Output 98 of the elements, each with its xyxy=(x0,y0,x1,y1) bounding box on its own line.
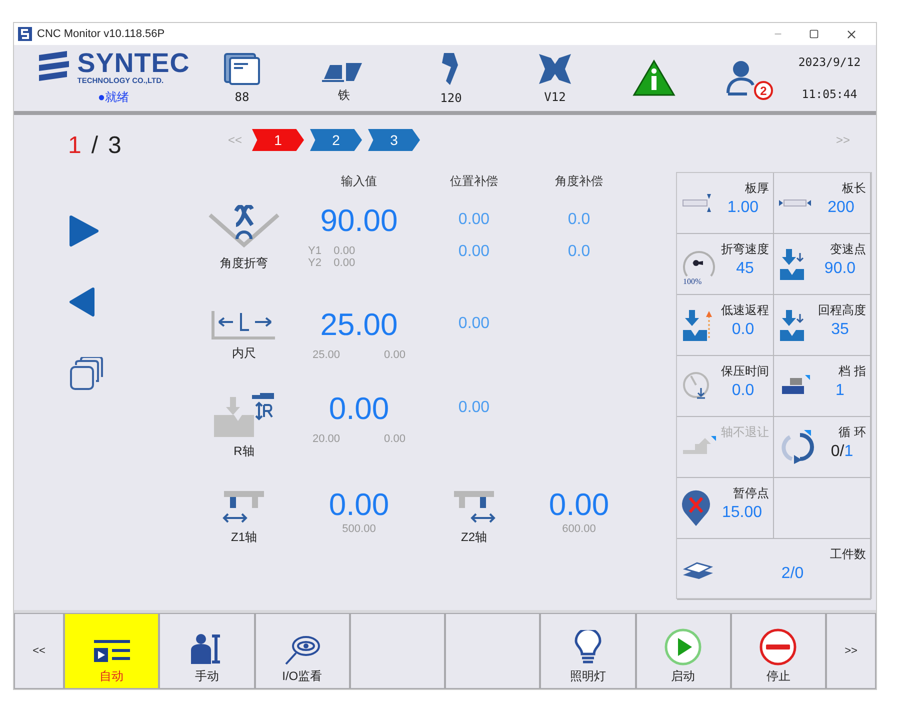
next-link[interactable]: >> xyxy=(836,133,850,147)
page-total: 3 xyxy=(108,132,122,160)
r-axis-icon xyxy=(212,393,276,439)
parameter-label: 档 指 xyxy=(838,363,866,380)
user-icon[interactable] xyxy=(725,59,755,97)
parameter-label: 低速返程 xyxy=(721,302,769,319)
back-icon[interactable] xyxy=(69,287,95,317)
parameter-label: 变速点 xyxy=(830,241,866,258)
current-page: 1 xyxy=(68,132,82,160)
light-bulb-icon xyxy=(572,630,603,666)
gauge-finger-icon xyxy=(222,489,266,525)
parameter-label: 暂停点 xyxy=(733,485,769,502)
folder-icon xyxy=(223,52,261,86)
reading-text: 0.00 xyxy=(384,433,406,445)
inner-dimension-icon xyxy=(211,309,277,341)
function-button[interactable]: 启动 xyxy=(636,613,731,689)
header-value: V12 xyxy=(544,90,566,104)
input-value[interactable]: 25.00 xyxy=(320,307,398,343)
parameter-label: 折弯速度 xyxy=(721,241,769,258)
stop-icon xyxy=(759,628,798,666)
parameter-label: 保压时间 xyxy=(721,363,769,380)
header-value: 铁 xyxy=(338,86,350,104)
position-compensation[interactable]: 0.00 xyxy=(458,243,490,261)
parameter-value[interactable]: 200 xyxy=(828,199,854,217)
angle-compensation[interactable]: 0.0 xyxy=(568,243,590,261)
notification-badge: 2 xyxy=(754,81,773,100)
reading-text: Y1 0.00 xyxy=(308,245,356,257)
pause-point-icon xyxy=(681,489,711,527)
window-title: CNC Monitor v10.118.56P xyxy=(37,28,166,40)
position-compensation[interactable]: 0.00 xyxy=(458,211,490,229)
parameter-label: 回程高度 xyxy=(818,302,866,319)
reading-text: 20.00 xyxy=(312,433,340,445)
cycle-total[interactable]: 1 xyxy=(844,443,854,460)
parameter-label: 循 环 xyxy=(838,424,866,441)
axis-label: Z2轴 xyxy=(460,529,487,546)
parameter-value[interactable]: 45 xyxy=(736,260,754,278)
axis-value[interactable]: 0.00 xyxy=(548,487,610,523)
date-text: 2023/9/12 xyxy=(798,55,861,69)
parameter-value[interactable]: 1 xyxy=(836,382,844,400)
step-tab[interactable]: 3 xyxy=(368,129,420,151)
step-tab[interactable]: 1 xyxy=(252,129,304,151)
parameter-label: 工件数 xyxy=(830,546,866,563)
parameter-value[interactable]: 1.00 xyxy=(727,199,759,217)
function-button[interactable]: 手动 xyxy=(159,613,254,689)
page-separator: / xyxy=(91,132,98,160)
copy-icon[interactable] xyxy=(69,357,105,391)
row-label: R轴 xyxy=(234,443,254,460)
parameter-label: 板长 xyxy=(842,180,866,197)
function-button[interactable]: 停止 xyxy=(730,613,826,689)
play-icon[interactable] xyxy=(69,215,99,247)
angle-compensation[interactable]: 0.0 xyxy=(568,211,590,229)
cycle-count: 0/ xyxy=(830,443,844,460)
column-header: 角度补偿 xyxy=(555,173,603,190)
function-button[interactable]: 自动 xyxy=(64,613,160,689)
logo-name: SYNTEC xyxy=(77,50,190,76)
parameter-label: 轴不退让 xyxy=(721,424,769,441)
position-compensation[interactable]: 0.00 xyxy=(458,315,490,333)
reading-text: Y2 0.00 xyxy=(308,257,356,269)
time-text: 11:05:44 xyxy=(802,87,858,101)
parameter-value[interactable]: 15.00 xyxy=(722,504,762,522)
step-tab[interactable]: 2 xyxy=(310,129,362,151)
die-icon xyxy=(537,52,573,86)
maximize-icon[interactable] xyxy=(809,29,819,39)
thickness-icon xyxy=(681,192,713,214)
parameter-value[interactable]: 35 xyxy=(831,321,849,339)
position-compensation[interactable]: 0.00 xyxy=(458,399,490,417)
parameter-value[interactable]: 2/0 xyxy=(781,565,804,583)
axis-reading: 500.00 xyxy=(342,523,376,535)
header-value: 120 xyxy=(440,91,462,105)
input-value[interactable]: 90.00 xyxy=(320,203,398,239)
parameter-value[interactable]: 0.0 xyxy=(732,382,754,400)
status-text: ●就绪 xyxy=(98,89,130,106)
app-logo-icon xyxy=(18,27,32,41)
function-button[interactable]: I/O监看 xyxy=(254,613,350,689)
row-label: 角度折弯 xyxy=(220,255,268,272)
axis-reading: 600.00 xyxy=(562,523,596,535)
previous-link[interactable]: << xyxy=(228,133,242,147)
bending-die-icon xyxy=(681,308,713,342)
parameter-value[interactable]: 90.0 xyxy=(824,260,856,278)
axis-label: Z1轴 xyxy=(230,529,257,546)
function-button[interactable]: 照明灯 xyxy=(540,613,636,689)
play-icon xyxy=(664,628,702,666)
column-header: 输入值 xyxy=(341,173,377,190)
header-value: 88 xyxy=(234,90,250,104)
page-nav-button[interactable]: >> xyxy=(826,613,876,689)
parameter-label: 板厚 xyxy=(745,180,769,197)
close-icon[interactable] xyxy=(845,28,858,40)
gauge-percent: 100% xyxy=(683,277,702,286)
reading-text: 25.00 xyxy=(312,349,340,361)
reading-text: 0.00 xyxy=(384,349,406,361)
input-value[interactable]: 0.00 xyxy=(328,391,390,427)
axis-value[interactable]: 0.00 xyxy=(328,487,390,523)
column-header: 位置补偿 xyxy=(450,173,498,190)
page-nav-button[interactable]: << xyxy=(14,613,64,689)
parameter-value[interactable]: 0.0 xyxy=(732,321,754,339)
gauge-finger-icon xyxy=(452,489,496,525)
row-label: 内尺 xyxy=(232,345,256,362)
warning-icon[interactable] xyxy=(632,59,676,97)
